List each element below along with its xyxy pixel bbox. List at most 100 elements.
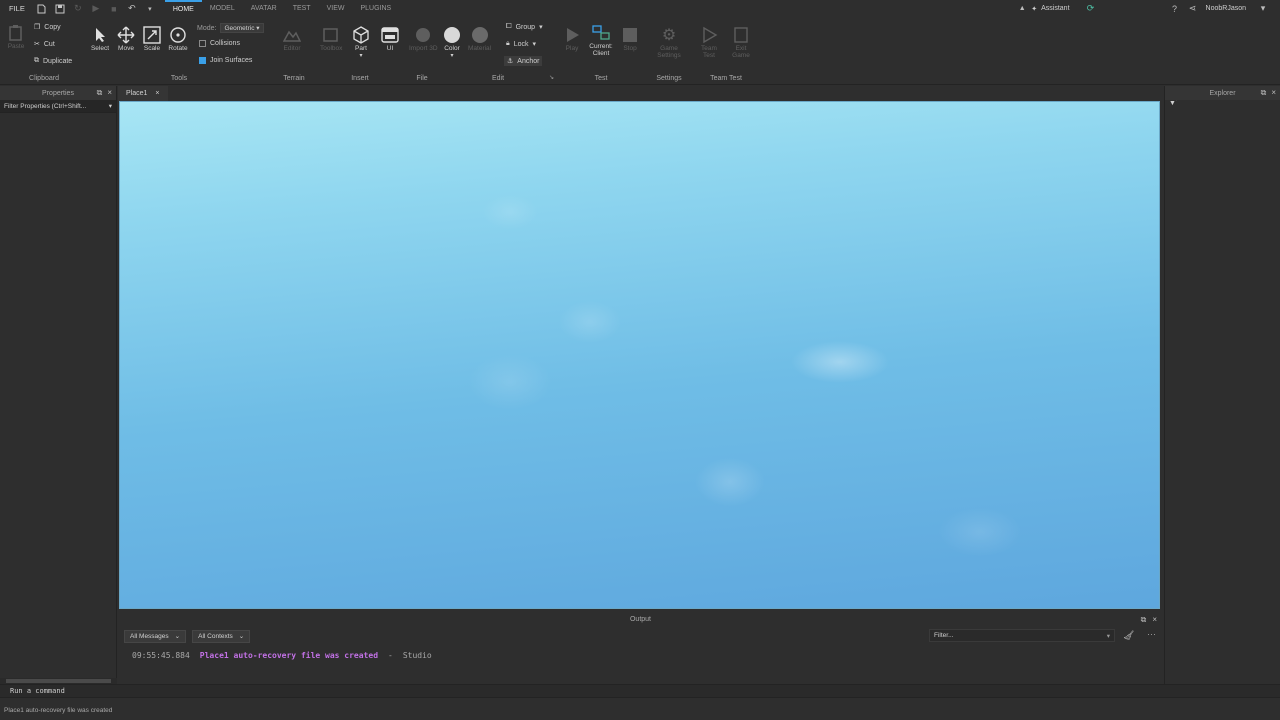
more-options-icon[interactable]: ⋯ [1147,629,1156,640]
account-menu-icon[interactable]: ▾ [1258,3,1268,14]
toolbox-label: Toolbox [320,45,343,52]
output-undock-icon[interactable]: ⧉ [1141,615,1147,625]
undock-icon[interactable]: ⧉ [97,88,103,98]
redo-disabled-icon: ↻ [74,3,82,13]
document-tabs: Place1 × [118,86,1163,101]
team-test-label: Team Test [701,45,717,59]
material-button[interactable]: Material [468,25,491,52]
anchor-label: Anchor [517,57,540,65]
play-button[interactable]: Play [562,25,582,52]
current-client-button[interactable]: Current: Client [586,23,616,57]
color-dropdown-icon[interactable]: ▾ [450,52,453,59]
terrain-editor-button[interactable]: Editor [282,25,302,52]
user-name[interactable]: NoobRJason [1206,5,1246,12]
properties-title: Properties [42,89,74,97]
lock-button[interactable]: 🔒︎ Lock ▾ [506,40,536,48]
output-panel: Output ⧉ × All Messages ⌄ All Contexts ⌄ … [118,612,1163,684]
import-3d-button[interactable]: Import 3D [409,25,438,52]
output-header: Output ⧉ × [118,612,1163,627]
collapse-ribbon-icon[interactable]: ▲ [1017,4,1027,14]
move-button[interactable]: Move [116,25,136,52]
paste-button[interactable]: Paste [6,23,26,50]
ribbon-tabs: HOME MODEL AVATAR TEST VIEW PLUGINS [164,0,399,17]
explorer-panel: Explorer ⧉ × ▼˙ [1164,86,1280,684]
insert-group: Toolbox Part ▾ UI Insert [318,17,402,85]
file-menu[interactable]: FILE [0,4,33,13]
filter-dropdown-icon[interactable]: ▾ [109,102,112,110]
collisions-label: Collisions [210,40,240,47]
cube-icon [351,25,371,45]
rotate-icon [168,25,188,45]
topbar-right: ▲ ✦ Assistant ⟳ ? ⋖ NoobRJason ▾ [1013,0,1280,17]
ui-label: UI [386,45,394,52]
clear-output-broom-icon[interactable]: 🧹︎ [1123,630,1134,641]
group-button[interactable]: ⧠ Group ▾ [506,23,543,31]
explorer-filter-icon[interactable]: ▼˙ [1165,100,1280,112]
messages-filter-label: All Messages [130,632,169,640]
stop-button[interactable]: Stop [620,25,640,52]
mode-value-text: Geometric [224,25,255,32]
contexts-filter-label: All Contexts [198,632,233,640]
tab-avatar[interactable]: AVATAR [243,0,285,17]
collisions-checkbox[interactable]: Collisions [199,40,240,47]
game-settings-button[interactable]: ⚙ Game Settings [654,25,684,59]
team-test-button[interactable]: Team Test [696,25,722,59]
cut-button[interactable]: ✂ Cut [34,40,55,49]
undo-icon[interactable]: ↶ [127,3,137,14]
messages-filter-dropdown[interactable]: All Messages ⌄ [124,629,187,643]
stop-label: Stop [623,45,637,52]
close-icon[interactable]: × [107,88,112,98]
tab-home[interactable]: HOME [164,0,202,17]
save-icon[interactable] [55,4,65,14]
anchor-button[interactable]: ⚓︎ Anchor [504,56,543,66]
scale-button[interactable]: Scale [142,25,162,52]
part-dropdown-icon[interactable]: ▾ [359,52,362,59]
help-icon[interactable]: ? [1170,4,1180,14]
assistant-button[interactable]: ✦ Assistant [1031,5,1069,13]
quick-access-dropdown-icon[interactable]: ▾ [145,4,155,14]
lock-dropdown-icon: ▾ [532,41,537,48]
duplicate-button[interactable]: ⧉ Duplicate [34,57,72,65]
color-button[interactable]: Color ▾ [442,25,462,59]
close-tab-icon[interactable]: × [155,90,159,97]
properties-panel: Properties ⧉ × Filter Properties (Ctrl+Sh… [0,86,117,684]
rotate-label: Rotate [168,45,188,52]
tab-place1[interactable]: Place1 × [118,86,168,101]
output-filter-input[interactable]: Filter... ▾ [929,629,1115,642]
sync-icon[interactable]: ⟳ [1086,3,1096,14]
move-arrows-icon [116,25,136,45]
3d-viewport[interactable] [119,101,1160,609]
tab-test[interactable]: TEST [285,0,319,17]
rotate-button[interactable]: Rotate [168,25,188,52]
edit-expand-icon[interactable]: ↘ [549,74,554,81]
share-icon[interactable]: ⋖ [1188,3,1198,14]
toolbox-icon [321,25,341,45]
command-bar-placeholder: Run a command [10,687,65,695]
tab-view[interactable]: VIEW [319,0,353,17]
copy-label: Copy [44,23,61,31]
client-monitor-icon [591,23,611,43]
exit-game-button[interactable]: Exit Game [728,25,754,59]
properties-filter-input[interactable]: Filter Properties (Ctrl+Shift... ▾ [0,100,116,113]
log-entry: 09:55:45.884 Place1 auto-recovery file w… [132,651,1163,660]
command-bar-input[interactable]: Run a command [0,684,1280,698]
anchor-icon: ⚓︎ [507,58,514,65]
tab-plugins[interactable]: PLUGINS [352,0,399,17]
copy-button[interactable]: ❐ Copy [34,23,61,32]
part-button[interactable]: Part ▾ [351,25,371,59]
contexts-filter-dropdown[interactable]: All Contexts ⌄ [192,629,251,643]
ui-button[interactable]: UI [380,25,400,52]
mode-select[interactable]: Mode: Geometric ▾ [197,23,264,33]
log-separator: - [388,651,393,660]
log-timestamp: 09:55:45.884 [132,651,190,660]
new-file-icon[interactable] [37,4,47,14]
output-close-icon[interactable]: × [1152,615,1157,625]
edit-label: Edit [491,75,505,82]
join-surfaces-checkbox[interactable]: Join Surfaces [199,57,252,64]
explorer-undock-icon[interactable]: ⧉ [1261,88,1267,98]
explorer-close-icon[interactable]: × [1271,88,1276,98]
toolbox-button[interactable]: Toolbox [320,25,342,52]
tab-model[interactable]: MODEL [202,0,243,17]
select-button[interactable]: Select [90,25,110,52]
clipboard-group: Paste ❐ Copy ✂ Cut ⧉ Duplicate Clipboard [4,17,84,85]
